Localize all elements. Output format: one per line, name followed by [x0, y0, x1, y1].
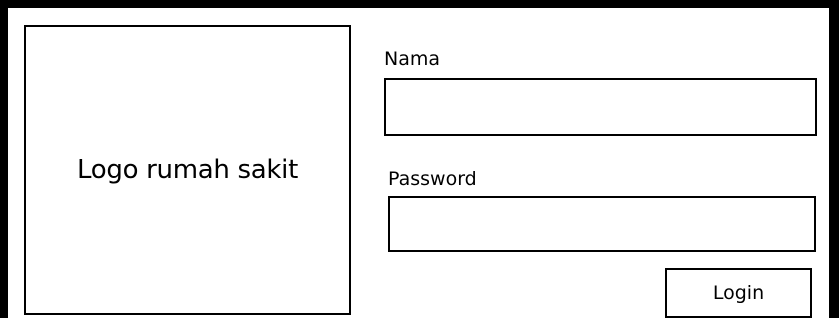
login-window: Logo rumah sakit Nama Password Login — [0, 0, 839, 318]
nama-input[interactable] — [384, 78, 817, 136]
logo-placeholder-text: Logo rumah sakit — [77, 155, 298, 185]
login-button[interactable]: Login — [665, 268, 812, 318]
hospital-logo-placeholder: Logo rumah sakit — [24, 25, 351, 315]
password-label: Password — [388, 168, 477, 190]
password-input[interactable] — [388, 196, 816, 252]
nama-label: Nama — [384, 48, 441, 70]
